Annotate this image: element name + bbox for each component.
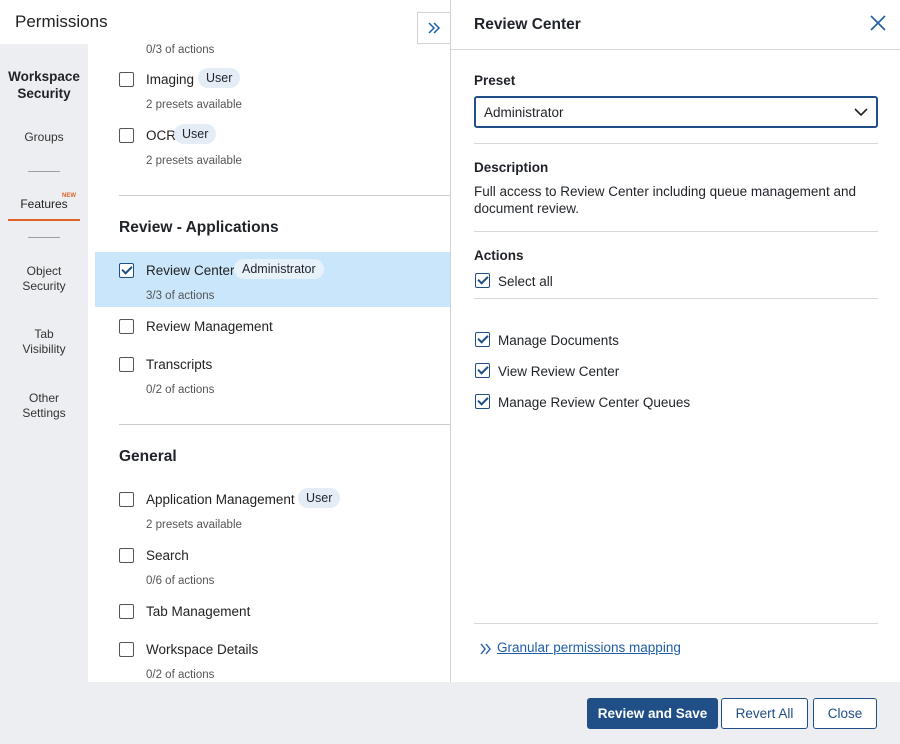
item-label-review-management: Review Management xyxy=(146,319,273,334)
preset-select-value: Administrator xyxy=(484,105,564,120)
page-title: Permissions xyxy=(15,12,108,31)
nav-item-label: Other xyxy=(28,391,59,405)
left-nav: Workspace Security Groups Features NEW O… xyxy=(0,44,88,744)
item-label-transcripts: Transcripts xyxy=(146,357,213,372)
nav-item-groups[interactable]: Groups xyxy=(0,130,88,145)
item-sub: 0/2 of actions xyxy=(146,669,215,681)
expand-panel-button[interactable] xyxy=(417,12,450,44)
item-sub: 0/2 of actions xyxy=(146,384,215,396)
item-label-search: Search xyxy=(146,548,189,563)
item-label-ocr: OCR xyxy=(146,128,176,143)
chevron-down-icon xyxy=(854,108,868,117)
checkbox-manage-documents[interactable] xyxy=(475,332,490,347)
nav-title-workspace-security: Workspace Security xyxy=(0,68,88,102)
section-divider xyxy=(119,195,450,196)
item-sub: 2 presets available xyxy=(146,519,242,531)
checkbox-review-management[interactable] xyxy=(119,319,134,334)
nav-title-line2: Security xyxy=(17,86,71,101)
double-chevron-right-icon xyxy=(480,643,491,655)
double-chevron-right-icon xyxy=(428,22,441,34)
item-sub: 0/6 of actions xyxy=(146,575,215,587)
preset-pill: Administrator xyxy=(234,259,324,279)
section-title-review: Review - Applications xyxy=(119,219,279,236)
item-label-application-management: Application Management xyxy=(146,492,295,507)
checkbox-view-review-center[interactable] xyxy=(475,363,490,378)
item-label-imaging: Imaging xyxy=(146,72,195,87)
checkbox-review-center[interactable] xyxy=(119,263,134,278)
nav-item-label: Visibility xyxy=(22,342,66,356)
section-title-general: General xyxy=(119,448,177,465)
panel-divider xyxy=(474,298,878,299)
item-label-workspace-details: Workspace Details xyxy=(146,642,259,657)
panel-divider xyxy=(474,143,878,144)
nav-active-indicator xyxy=(8,219,80,221)
panel-divider xyxy=(474,623,878,624)
checkbox-imaging[interactable] xyxy=(119,72,134,87)
checkbox-application-management[interactable] xyxy=(119,492,134,507)
nav-item-object-security[interactable]: Object Security xyxy=(0,264,88,294)
panel-header-divider xyxy=(451,49,900,50)
action-label-manage-documents: Manage Documents xyxy=(498,333,619,348)
nav-title-line1: Workspace xyxy=(8,69,80,84)
checkbox-manage-review-center-queues[interactable] xyxy=(475,394,490,409)
close-button[interactable]: Close xyxy=(813,698,877,729)
new-badge: NEW xyxy=(62,193,76,199)
checkbox-ocr[interactable] xyxy=(119,128,134,143)
action-label-view-review-center: View Review Center xyxy=(498,364,620,379)
nav-item-label: Tab xyxy=(34,327,54,341)
item-sub: 0/3 of actions xyxy=(146,44,215,56)
select-all-label: Select all xyxy=(498,274,553,289)
checkbox-tab-management[interactable] xyxy=(119,604,134,619)
item-label-review-center: Review Center xyxy=(146,263,235,278)
panel-divider xyxy=(474,231,878,232)
item-sub: 2 presets available xyxy=(146,99,242,111)
preset-pill: User xyxy=(198,68,241,88)
close-icon[interactable] xyxy=(867,12,889,34)
nav-item-tab-visibility[interactable]: Tab Visibility xyxy=(0,327,88,357)
section-divider xyxy=(119,424,450,425)
nav-item-label: Settings xyxy=(22,406,66,420)
description-label: Description xyxy=(474,160,549,175)
actions-label: Actions xyxy=(474,248,524,263)
granular-permissions-link[interactable]: Granular permissions mapping xyxy=(497,640,681,655)
item-label-tab-management: Tab Management xyxy=(146,604,251,619)
nav-item-features[interactable]: Features xyxy=(0,197,88,212)
nav-item-label: Object xyxy=(26,264,62,278)
footer-bar: Review and Save Revert All Close xyxy=(88,682,900,744)
preset-label: Preset xyxy=(474,73,516,88)
preset-select[interactable]: Administrator xyxy=(474,96,878,128)
preset-pill: User xyxy=(298,488,341,508)
nav-item-other-settings[interactable]: Other Settings xyxy=(0,391,88,421)
checkbox-search[interactable] xyxy=(119,548,134,563)
revert-all-button[interactable]: Revert All xyxy=(721,698,808,729)
action-label-manage-review-center-queues: Manage Review Center Queues xyxy=(498,395,691,410)
select-all-checkbox[interactable] xyxy=(475,273,490,288)
checkbox-transcripts[interactable] xyxy=(119,357,134,372)
nav-item-features-label: Features xyxy=(20,197,68,211)
nav-item-label: Security xyxy=(22,279,66,293)
details-panel: Review Center Preset Administrator Descr… xyxy=(450,0,900,682)
panel-title: Review Center xyxy=(474,16,581,33)
nav-separator xyxy=(28,171,60,172)
review-and-save-button[interactable]: Review and Save xyxy=(587,698,718,729)
item-sub: 2 presets available xyxy=(146,155,242,167)
feature-list: 0/3 of actions Imaging User 2 presets av… xyxy=(95,44,450,682)
preset-pill: User xyxy=(174,124,217,144)
description-text: Full access to Review Center including q… xyxy=(474,184,856,216)
checkbox-workspace-details[interactable] xyxy=(119,642,134,657)
nav-separator xyxy=(28,237,60,238)
item-sub: 3/3 of actions xyxy=(146,290,215,302)
list-item-review-center[interactable]: Review Center Administrator 3/3 of actio… xyxy=(95,252,450,307)
